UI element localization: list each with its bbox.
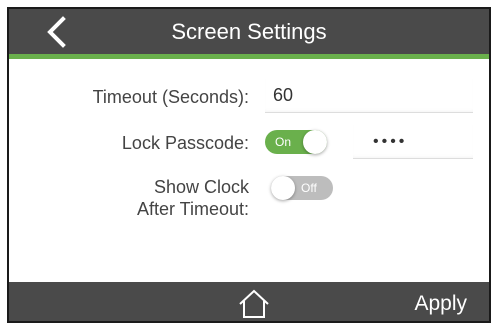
lock-passcode-toggle[interactable]: On [265,130,327,154]
show-clock-label-line1: Show Clock [153,177,249,197]
header-bar: Screen Settings [9,9,489,54]
footer-bar: Apply [9,282,489,321]
lock-passcode-toggle-state: On [275,135,292,149]
toggle-knob [303,130,327,154]
passcode-input[interactable] [353,125,473,159]
apply-button[interactable]: Apply [414,282,467,321]
home-button[interactable] [237,288,271,320]
show-clock-label-line2: After Timeout: [136,199,249,219]
show-clock-label: Show Clock After Timeout: [69,176,249,220]
timeout-label: Timeout (Seconds): [92,87,249,107]
device-screen: Screen Settings Timeout (Seconds): Lock … [7,7,491,323]
page-title: Screen Settings [171,19,327,44]
home-icon [239,289,269,318]
show-clock-toggle-state: Off [301,181,317,195]
lock-passcode-label: Lock Passcode: [121,133,249,153]
timeout-input[interactable] [265,79,473,113]
settings-panel: Timeout (Seconds): Lock Passcode: On Sho… [9,59,489,284]
show-clock-toggle[interactable]: Off [271,176,333,200]
toggle-knob [271,176,295,200]
